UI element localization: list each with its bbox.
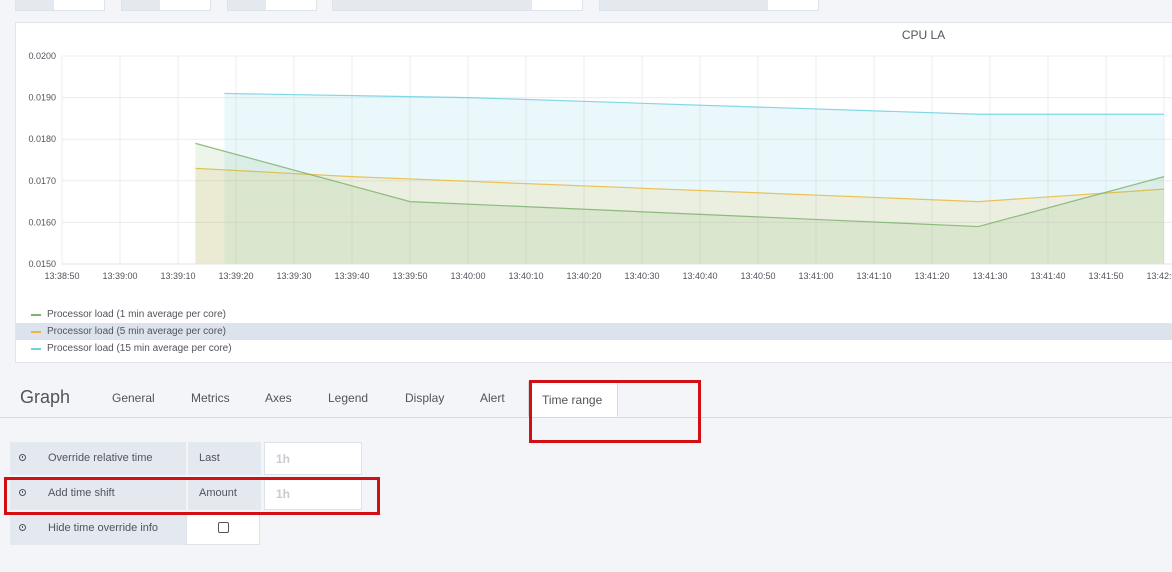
x-tick-label: 13:40:10 xyxy=(508,271,543,281)
x-tick-label: 13:40:30 xyxy=(624,271,659,281)
y-tick-label: 0.0170 xyxy=(28,176,56,186)
x-tick-label: 13:40:50 xyxy=(740,271,775,281)
top-control-2[interactable] xyxy=(121,0,211,11)
override-relative-time-input[interactable]: 1h xyxy=(264,442,362,475)
tab-general[interactable]: General xyxy=(112,391,155,405)
y-tick-label: 0.0190 xyxy=(28,93,56,103)
legend-label-5min: Processor load (5 min average per core) xyxy=(47,326,226,337)
x-tick-label: 13:39:50 xyxy=(392,271,427,281)
x-tick-label: 13:41:10 xyxy=(856,271,891,281)
top-control-4[interactable] xyxy=(332,0,583,11)
x-tick-label: 13:39:00 xyxy=(102,271,137,281)
x-tick-label: 13:41:00 xyxy=(798,271,833,281)
y-tick-label: 0.0200 xyxy=(28,51,56,61)
x-tick-label: 13:41:50 xyxy=(1088,271,1123,281)
legend-label-15min: Processor load (15 min average per core) xyxy=(47,343,232,354)
hide-time-override-label: Hide time override info xyxy=(48,522,159,534)
override-relative-time-label-cell: Override relative time xyxy=(10,442,186,475)
tab-metrics[interactable]: Metrics xyxy=(191,391,230,405)
chart-legend: Processor load (1 min average per core) … xyxy=(16,306,1172,357)
highlight-box-add-time-shift xyxy=(4,477,380,515)
x-tick-label: 13:39:20 xyxy=(218,271,253,281)
cpu-la-chart: 0.0200 0.0190 0.0180 0.0170 0.0160 0.0150 13:3… xyxy=(28,51,1172,281)
last-label-text: Last xyxy=(199,452,220,464)
x-tick-label: 13:41:40 xyxy=(1030,271,1065,281)
x-tick-label: 13:38:50 xyxy=(44,271,79,281)
y-tick-label: 0.0150 xyxy=(28,259,56,269)
clock-icon xyxy=(19,524,26,531)
hide-time-override-checkbox-cell xyxy=(186,512,260,545)
top-control-5[interactable] xyxy=(599,0,819,11)
x-tick-label: 13:41:30 xyxy=(972,271,1007,281)
x-tick-label: 13:39:10 xyxy=(160,271,195,281)
top-control-3[interactable] xyxy=(227,0,317,11)
clock-icon xyxy=(19,454,26,461)
highlight-box-time-range-tab xyxy=(529,380,701,443)
x-tick-label: 13:39:40 xyxy=(334,271,369,281)
override-relative-time-label: Override relative time xyxy=(48,452,153,464)
legend-swatch-1min xyxy=(31,314,41,316)
last-label: Last xyxy=(188,442,261,475)
top-control-1[interactable] xyxy=(15,0,105,11)
x-tick-label: 13:41:20 xyxy=(914,271,949,281)
x-tick-label: 13:40:00 xyxy=(450,271,485,281)
hide-time-override-label-cell: Hide time override info xyxy=(10,512,186,545)
x-tick-label: 13:39:30 xyxy=(276,271,311,281)
legend-swatch-15min xyxy=(31,348,41,350)
tab-legend[interactable]: Legend xyxy=(328,391,368,405)
x-tick-label: 13:40:40 xyxy=(682,271,717,281)
legend-item-1min[interactable]: Processor load (1 min average per core) xyxy=(16,306,1172,323)
tab-axes[interactable]: Axes xyxy=(265,391,292,405)
legend-item-5min[interactable]: Processor load (5 min average per core) xyxy=(16,323,1172,340)
tab-display[interactable]: Display xyxy=(405,391,444,405)
editor-title: Graph xyxy=(20,387,71,407)
x-tick-label: 13:42:00 xyxy=(1146,271,1172,281)
x-tick-label: 13:40:20 xyxy=(566,271,601,281)
tab-alert[interactable]: Alert xyxy=(480,391,505,405)
y-tick-label: 0.0160 xyxy=(28,217,56,227)
legend-label-1min: Processor load (1 min average per core) xyxy=(47,309,226,320)
y-tick-label: 0.0180 xyxy=(28,134,56,144)
hide-time-override-checkbox[interactable] xyxy=(218,522,229,533)
legend-swatch-5min xyxy=(31,331,41,333)
legend-item-15min[interactable]: Processor load (15 min average per core) xyxy=(16,340,1172,357)
graph-panel: CPU LA 0.0200 0.0190 0.0180 0.0170 0.0160 0.0… xyxy=(15,22,1172,363)
